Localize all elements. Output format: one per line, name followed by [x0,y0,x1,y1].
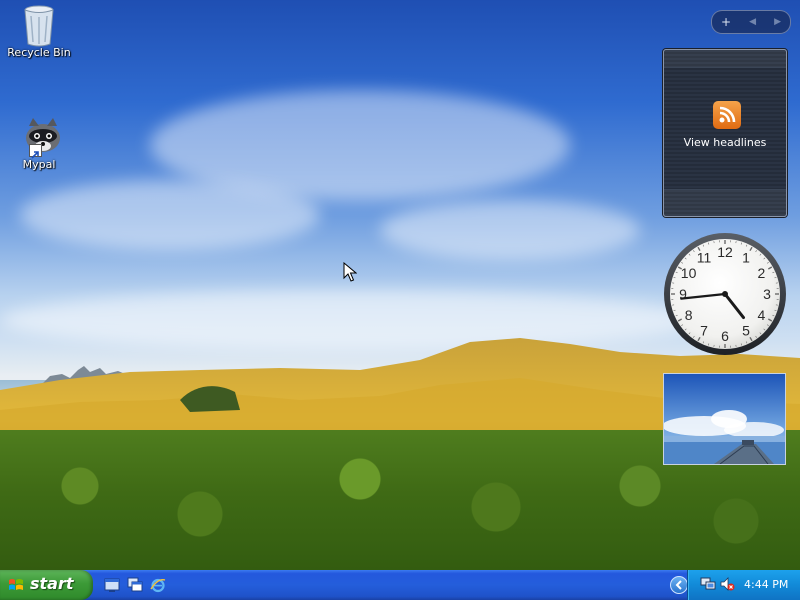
windows-logo-icon [9,579,23,590]
slideshow-gadget[interactable] [663,373,786,465]
clock-numeral: 12 [717,244,733,260]
rss-icon [713,101,741,129]
internet-explorer-icon[interactable] [150,577,166,593]
slideshow-image [664,374,785,464]
taskbar: start 4:44 PM [0,570,800,600]
gadget-footer-bar [664,189,786,216]
desktop[interactable]: Recycle Bin Mypal + ◀ ▶ View headlines 1… [0,0,800,570]
clock-numeral: 6 [721,328,729,344]
chevron-left-icon[interactable] [670,576,688,594]
sky-cloud [380,200,640,260]
clock-center [722,291,728,297]
feed-headlines-gadget[interactable]: View headlines [663,49,787,217]
taskbar-clock[interactable]: 4:44 PM [744,578,788,591]
clock-numeral: 7 [700,322,708,338]
network-icon[interactable] [700,576,716,592]
mouse-pointer-icon [343,262,357,282]
sidebar-toolbar: + ◀ ▶ [711,10,791,34]
clock-numeral: 8 [685,307,693,323]
start-label: start [30,574,74,593]
window-switcher-icon[interactable] [127,577,143,593]
clock-numeral: 3 [763,286,771,302]
sky-cloud [20,180,320,250]
recycle-bin-icon [19,4,59,47]
show-desktop-icon[interactable] [104,577,120,593]
start-button[interactable]: start [0,570,93,600]
clock-numeral: 4 [758,307,766,323]
clock-numeral: 11 [697,250,712,266]
clock-numeral: 2 [758,265,766,281]
clock-numeral: 1 [742,250,750,266]
clock-numeral: 10 [681,265,697,281]
mypal-shortcut[interactable]: Mypal [4,116,74,171]
clock-numeral: 9 [679,286,687,302]
previous-page-button[interactable]: ◀ [749,11,756,33]
add-gadget-button[interactable]: + [721,11,731,33]
recycle-bin-shortcut[interactable]: Recycle Bin [4,4,74,59]
view-headlines-link[interactable]: View headlines [664,136,786,149]
gadget-header-bar [664,50,786,68]
clock-numeral: 5 [742,322,750,338]
shortcut-arrow-icon [29,144,42,159]
volume-muted-icon[interactable] [719,576,735,592]
clock-gadget[interactable]: 12 12 3 45678 9 1011 [663,232,787,356]
mypal-raccoon-icon [19,116,60,159]
next-page-button[interactable]: ▶ [774,11,781,33]
